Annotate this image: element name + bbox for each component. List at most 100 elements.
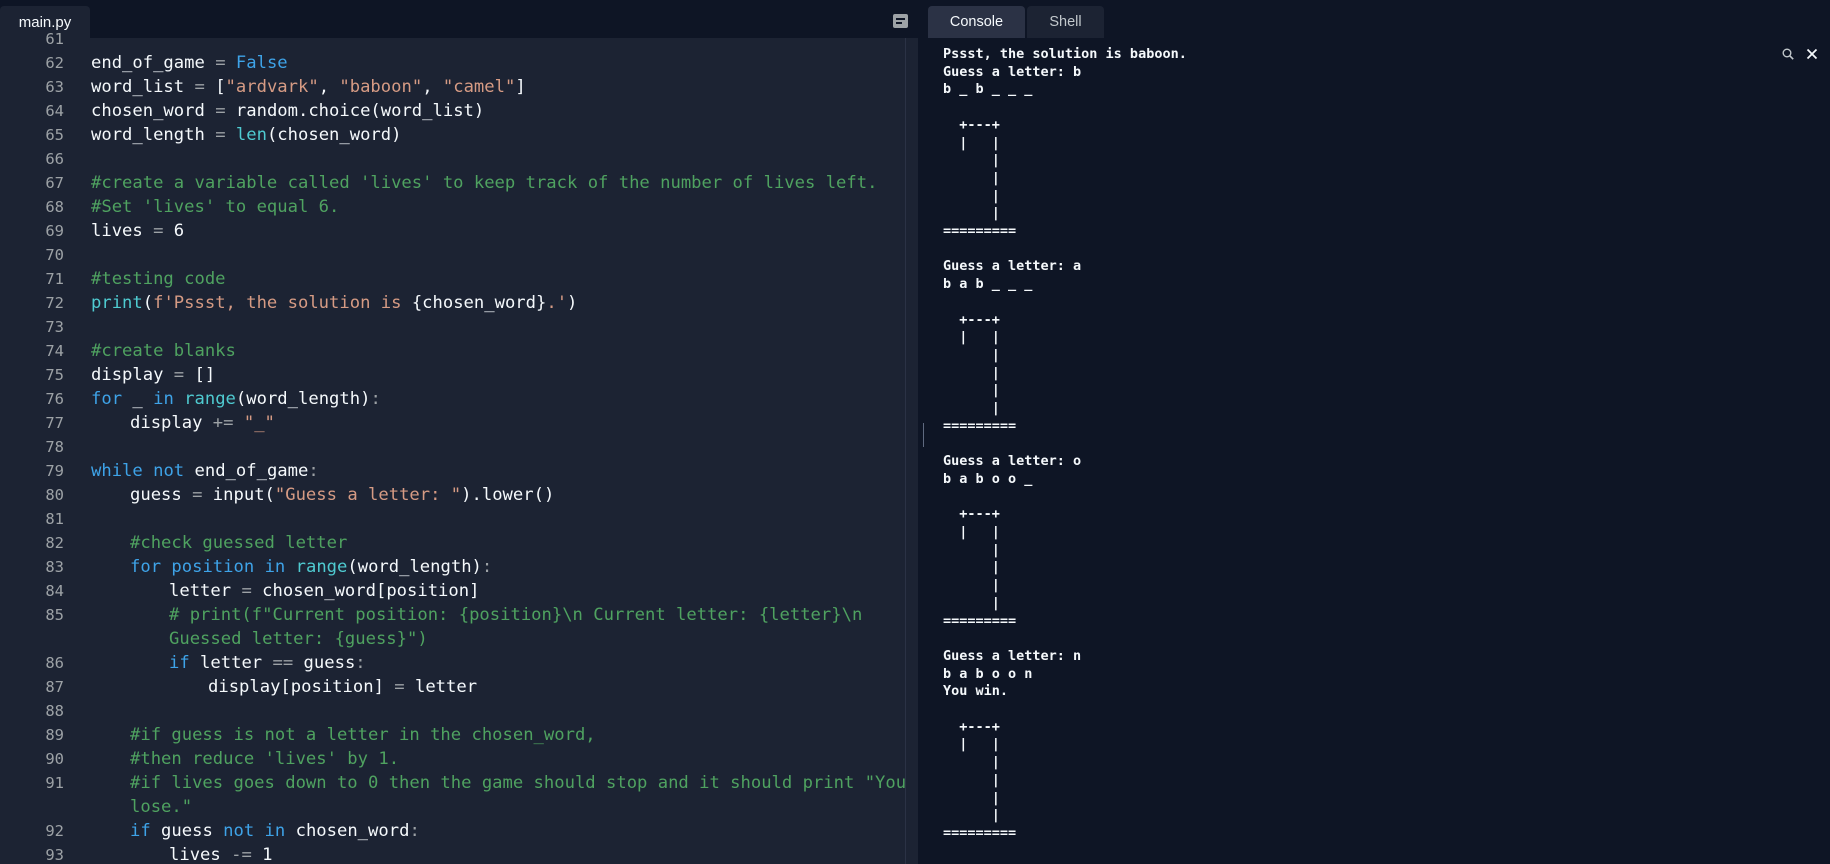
code-text[interactable]: for position in range(word_length):	[130, 555, 492, 579]
tab-console[interactable]: Console	[928, 6, 1025, 38]
code-text[interactable]: word_length = len(chosen_word)	[91, 123, 401, 147]
code-token: letter	[189, 653, 273, 673]
code-line[interactable]: 85 # print(f"Current position: {position}…	[0, 603, 905, 627]
code-text[interactable]: guess = input("Guess a letter: ").lower(…	[130, 483, 554, 507]
code-line[interactable]: 93 lives -= 1	[0, 843, 905, 864]
code-line[interactable]: 64 chosen_word = random.choice(word_list)	[0, 99, 905, 123]
splitter-handle[interactable]	[923, 423, 924, 447]
code-text[interactable]: #check guessed letter	[130, 531, 347, 555]
code-line[interactable]: 74 #create blanks	[0, 339, 905, 363]
code-token: if	[130, 821, 151, 841]
code-line[interactable]: 67 #create a variable called 'lives' to k…	[0, 171, 905, 195]
code-line[interactable]: 88	[0, 699, 905, 723]
layout-toggle-icon[interactable]	[893, 14, 908, 28]
console-output: Pssst, the solution is baboon. Guess a l…	[943, 46, 1187, 841]
code-token: display	[130, 413, 213, 433]
code-line[interactable]: 61	[0, 31, 905, 51]
code-text[interactable]: #if lives goes down to 0 then the game s…	[130, 771, 905, 795]
editor-scrollbar-track[interactable]	[905, 38, 906, 864]
code-line[interactable]: 82 #check guessed letter	[0, 531, 905, 555]
code-token: in	[264, 821, 286, 841]
code-token: in	[264, 557, 286, 577]
code-text[interactable]: lose."	[130, 795, 192, 819]
line-number: 90	[45, 750, 64, 768]
code-line[interactable]: 80 guess = input("Guess a letter: ").lowe…	[0, 483, 905, 507]
search-icon[interactable]	[1782, 48, 1794, 60]
code-text[interactable]: while not end_of_game:	[91, 459, 319, 483]
code-text[interactable]: chosen_word = random.choice(word_list)	[91, 99, 484, 123]
code-text[interactable]: #create a variable called 'lives' to kee…	[91, 171, 877, 195]
code-token: not	[223, 821, 255, 841]
code-line[interactable]: 76 for _ in range(word_length):	[0, 387, 905, 411]
code-token: random.choice(word_list)	[225, 101, 485, 121]
code-line[interactable]: 89 #if guess is not a letter in the chose…	[0, 723, 905, 747]
code-text[interactable]: letter = chosen_word[position]	[169, 579, 479, 603]
code-token: +=	[212, 413, 234, 433]
code-text[interactable]: for _ in range(word_length):	[91, 387, 381, 411]
code-line[interactable]: 68 #Set 'lives' to equal 6.	[0, 195, 905, 219]
code-line[interactable]: 79 while not end_of_game:	[0, 459, 905, 483]
code-token: :	[409, 821, 420, 841]
code-text[interactable]: # print(f"Current position: {position}\n…	[169, 603, 862, 627]
code-text[interactable]: Guessed letter: {guess}")	[169, 627, 428, 651]
code-text[interactable]: display = []	[91, 363, 215, 387]
code-line[interactable]: 66	[0, 147, 905, 171]
line-number: 67	[45, 174, 64, 192]
code-token: -=	[231, 845, 252, 864]
close-icon[interactable]	[1806, 48, 1818, 60]
line-number: 84	[45, 582, 64, 600]
code-text[interactable]: #create blanks	[91, 339, 236, 363]
code-line[interactable]: 69 lives = 6	[0, 219, 905, 243]
code-line[interactable]: 90 #then reduce 'lives' by 1.	[0, 747, 905, 771]
code-line[interactable]: 83 for position in range(word_length):	[0, 555, 905, 579]
code-text[interactable]: display += "_"	[130, 411, 275, 435]
code-text[interactable]: #testing code	[91, 267, 226, 291]
console-panel[interactable]: Pssst, the solution is baboon. Guess a l…	[928, 38, 1830, 864]
code-text[interactable]: end_of_game = False	[91, 51, 288, 75]
code-line[interactable]: 72 print(f'Pssst, the solution is {chosen…	[0, 291, 905, 315]
code-token: =	[241, 581, 252, 601]
code-token: 1	[251, 845, 273, 864]
code-text[interactable]: lives = 6	[91, 219, 184, 243]
code-line[interactable]: 81	[0, 507, 905, 531]
code-text[interactable]: #if guess is not a letter in the chosen_…	[130, 723, 596, 747]
code-line[interactable]: 65 word_length = len(chosen_word)	[0, 123, 905, 147]
code-line[interactable]: 86 if letter == guess:	[0, 651, 905, 675]
line-number: 62	[45, 54, 64, 72]
code-line[interactable]: 73	[0, 315, 905, 339]
code-line[interactable]: 92 if guess not in chosen_word:	[0, 819, 905, 843]
line-number: 72	[45, 294, 64, 312]
code-line[interactable]: 70	[0, 243, 905, 267]
code-text[interactable]: if letter == guess:	[169, 651, 366, 675]
code-text[interactable]: #then reduce 'lives' by 1.	[130, 747, 399, 771]
code-text[interactable]: if guess not in chosen_word:	[130, 819, 420, 843]
code-line[interactable]: 91 #if lives goes down to 0 then the game…	[0, 771, 905, 795]
code-token: guess	[130, 485, 193, 505]
code-line[interactable]: 71 #testing code	[0, 267, 905, 291]
line-number: 86	[45, 654, 64, 672]
code-token: (	[142, 293, 154, 313]
line-number: 93	[45, 846, 64, 864]
output-tab-bar: Console Shell	[928, 0, 1830, 38]
code-line[interactable]: 78	[0, 435, 905, 459]
code-editor-pane[interactable]: main.py 61 62 end_of_game = False 63 word_li…	[0, 0, 918, 864]
code-text[interactable]: display[position] = letter	[208, 675, 477, 699]
code-text[interactable]: print(f'Pssst, the solution is {chosen_w…	[91, 291, 577, 315]
code-area[interactable]: 61 62 end_of_game = False 63 word_list = ["a…	[0, 31, 905, 864]
tab-shell[interactable]: Shell	[1027, 6, 1104, 38]
code-line[interactable]: 84 letter = chosen_word[position]	[0, 579, 905, 603]
code-line[interactable]: 62 end_of_game = False	[0, 51, 905, 75]
code-text[interactable]: word_list = ["ardvark", "baboon", "camel…	[91, 75, 526, 99]
code-text[interactable]: lives -= 1	[169, 843, 273, 864]
code-line[interactable]: 77 display += "_"	[0, 411, 905, 435]
code-line[interactable]: Guessed letter: {guess}")	[0, 627, 905, 651]
code-token: {chosen_word}	[411, 293, 547, 313]
code-token: lives	[169, 845, 232, 864]
code-text[interactable]: #Set 'lives' to equal 6.	[91, 195, 339, 219]
code-line[interactable]: 63 word_list = ["ardvark", "baboon", "cam…	[0, 75, 905, 99]
code-line[interactable]: 87 display[position] = letter	[0, 675, 905, 699]
code-line[interactable]: lose."	[0, 795, 905, 819]
code-line[interactable]: 75 display = []	[0, 363, 905, 387]
